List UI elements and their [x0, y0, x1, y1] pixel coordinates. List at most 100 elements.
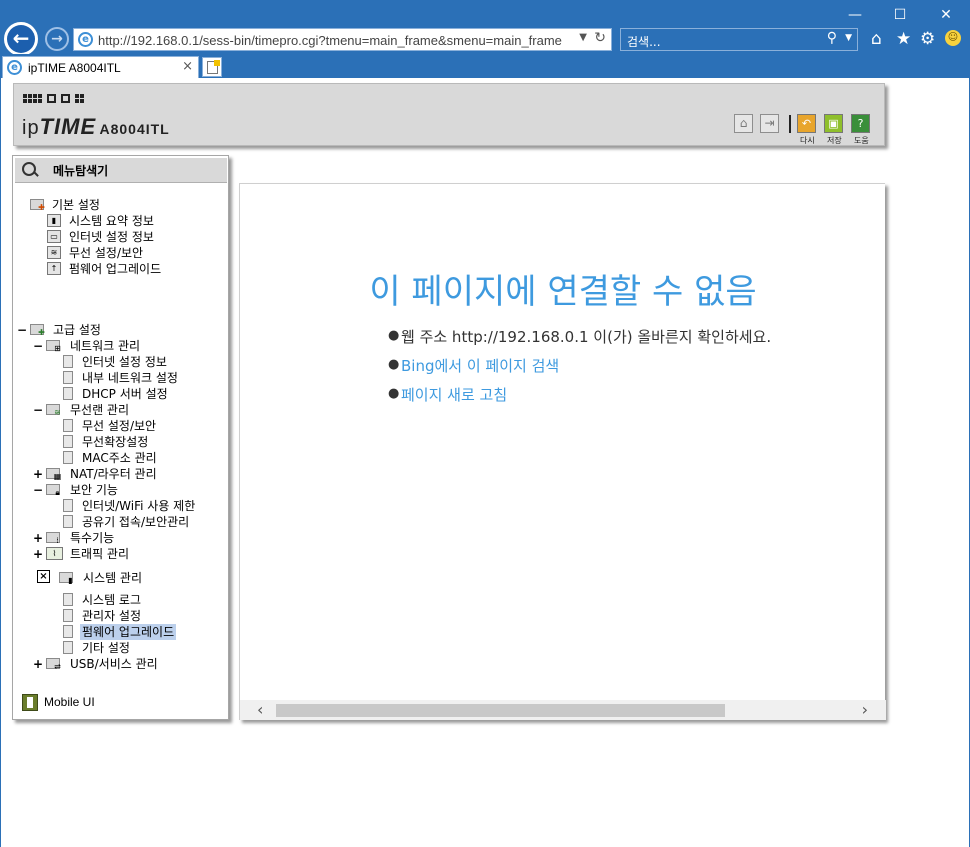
error-suggestions: ● 웹 주소 http://192.168.0.1 이(가) 올바른지 확인하세…: [388, 326, 868, 413]
tree-label: MAC주소 관리: [82, 451, 157, 465]
tab-close-icon[interactable]: ×: [182, 59, 193, 74]
address-url[interactable]: http://192.168.0.1/sess-bin/timepro.cgi?…: [98, 33, 562, 48]
home-icon[interactable]: ⌂: [734, 114, 753, 133]
tree-label: 네트워크 관리: [70, 339, 141, 353]
browser-titlebar: — ☐ ✕ ← → e http://192.168.0.1/sess-bin/…: [0, 0, 970, 56]
save-icon: ▣: [828, 117, 839, 130]
ie-tab-icon: e: [7, 60, 22, 75]
chart-icon: ▮: [47, 214, 61, 227]
tree-label: 기타 설정: [82, 641, 130, 655]
bullet-icon: ●: [388, 357, 400, 372]
scroll-right-icon[interactable]: ›: [862, 700, 868, 719]
undo-icon: ↶: [801, 117, 812, 130]
bullet-icon: ●: [388, 328, 400, 343]
search-placeholder[interactable]: 검색...: [627, 33, 661, 50]
page-icon: [63, 355, 73, 368]
tree-label: 인터넷 설정 정보: [82, 355, 167, 369]
horizontal-scrollbar[interactable]: ‹ ›: [240, 700, 886, 720]
upgrade-icon: ↑: [47, 262, 61, 275]
forward-button[interactable]: →: [45, 27, 69, 51]
brand-ip: ip: [22, 117, 40, 139]
tree-label: 시스템 요약 정보: [69, 214, 154, 228]
gear-icon[interactable]: ⚙: [920, 29, 935, 49]
bing-search-link[interactable]: ● Bing에서 이 페이지 검색: [388, 355, 868, 384]
wifi-icon: ≋: [47, 246, 61, 259]
page-icon: [63, 499, 73, 512]
expand-toggle[interactable]: +: [33, 530, 43, 546]
page-icon: [63, 609, 73, 622]
wifi-folder-icon: ≋: [46, 404, 61, 417]
collapse-toggle[interactable]: −: [33, 482, 43, 498]
favorites-star-icon[interactable]: ★: [896, 29, 911, 49]
link-text[interactable]: 페이지 새로 고침: [401, 384, 507, 405]
page-icon: [63, 625, 73, 638]
page-icon: [63, 419, 73, 432]
folder-icon: ✚: [30, 199, 45, 212]
brand-time: TIME: [39, 114, 97, 139]
minimize-icon[interactable]: —: [840, 5, 870, 25]
tree-label: 보안 기능: [70, 483, 118, 497]
scroll-left-icon[interactable]: ‹: [257, 700, 263, 719]
scroll-thumb[interactable]: [276, 704, 725, 717]
save-button[interactable]: ▣: [824, 114, 843, 133]
expand-toggle[interactable]: +: [33, 656, 43, 672]
save-label: 저장: [827, 136, 842, 145]
tree-label: 시스템 로그: [82, 593, 142, 607]
page-icon: [63, 435, 73, 448]
back-arrow-icon: ←: [7, 25, 35, 53]
system-folder-icon: ▮: [59, 572, 73, 585]
help-button[interactable]: ?: [851, 114, 870, 133]
monitor-icon: ▭: [47, 230, 61, 243]
address-bar[interactable]: e http://192.168.0.1/sess-bin/timepro.cg…: [73, 28, 612, 51]
collapse-toggle[interactable]: −: [17, 322, 27, 338]
tree-label: 특수기능: [70, 531, 115, 545]
expand-toggle[interactable]: +: [33, 466, 43, 482]
tab-title: ipTIME A8004ITL: [28, 61, 121, 75]
back-button[interactable]: ←: [4, 22, 38, 56]
main-content-frame: 이 페이지에 연결할 수 없음 ● 웹 주소 http://192.168.0.…: [239, 183, 886, 720]
router-brand: ipTIME A8004ITL: [22, 114, 170, 140]
search-magnifier-icon: [22, 162, 39, 177]
refresh-page-link[interactable]: ● 페이지 새로 고침: [388, 384, 868, 413]
tree-label: 내부 네트워크 설정: [82, 371, 178, 385]
home-icon[interactable]: ⌂: [871, 29, 882, 49]
collapse-toggle[interactable]: −: [33, 338, 43, 354]
tree-label: 인터넷 설정 정보: [69, 230, 154, 244]
tree-label: 트래픽 관리: [70, 547, 130, 561]
logout-icon[interactable]: ⇥: [760, 114, 779, 133]
page-icon: [63, 451, 73, 464]
page-icon: [63, 387, 73, 400]
close-box-icon[interactable]: ×: [37, 570, 50, 583]
special-folder-icon: ⁞: [46, 532, 60, 545]
collapse-toggle[interactable]: −: [33, 402, 43, 418]
address-dropdown-icon[interactable]: ▼: [579, 32, 587, 43]
tree-label: 관리자 설정: [82, 609, 142, 623]
page-icon: [63, 593, 73, 606]
new-tab-button[interactable]: [202, 57, 222, 77]
page-icon: [63, 641, 73, 654]
browser-tab[interactable]: e ipTIME A8004ITL ×: [2, 56, 199, 78]
tree-label: DHCP 서버 설정: [82, 387, 168, 401]
tree-label: 공유기 접속/보안관리: [82, 515, 190, 529]
suggestion-text: 웹 주소 http://192.168.0.1 이(가) 올바른지 확인하세요.: [401, 328, 772, 346]
tree-label: 무선 설정/보안: [82, 419, 157, 433]
iptime-dots-logo: [23, 94, 89, 104]
feedback-smiley-icon[interactable]: ☺: [945, 30, 961, 46]
search-icon[interactable]: ⚲: [827, 30, 837, 46]
undo-button[interactable]: ↶: [797, 114, 816, 133]
tree-label: 펌웨어 업그레이드: [69, 262, 162, 276]
suggestion-check-url: ● 웹 주소 http://192.168.0.1 이(가) 올바른지 확인하세…: [388, 326, 868, 355]
tree-label: USB/서비스 관리: [70, 657, 158, 671]
expand-toggle[interactable]: +: [33, 546, 43, 562]
tree-label: 펌웨어 업그레이드: [80, 624, 177, 640]
search-box[interactable]: 검색... ⚲ ▼: [620, 28, 858, 51]
close-icon[interactable]: ✕: [931, 5, 961, 25]
router-folder-icon: ▦: [46, 468, 61, 481]
maximize-icon[interactable]: ☐: [885, 5, 915, 25]
tree-label: 무선 설정/보안: [69, 246, 144, 260]
tree-label: 기본 설정: [52, 198, 100, 212]
folder-icon: ✚: [30, 324, 45, 337]
refresh-icon[interactable]: ↻: [594, 30, 606, 46]
search-dropdown-icon[interactable]: ▼: [845, 33, 852, 43]
link-text[interactable]: Bing에서 이 페이지 검색: [401, 355, 559, 376]
